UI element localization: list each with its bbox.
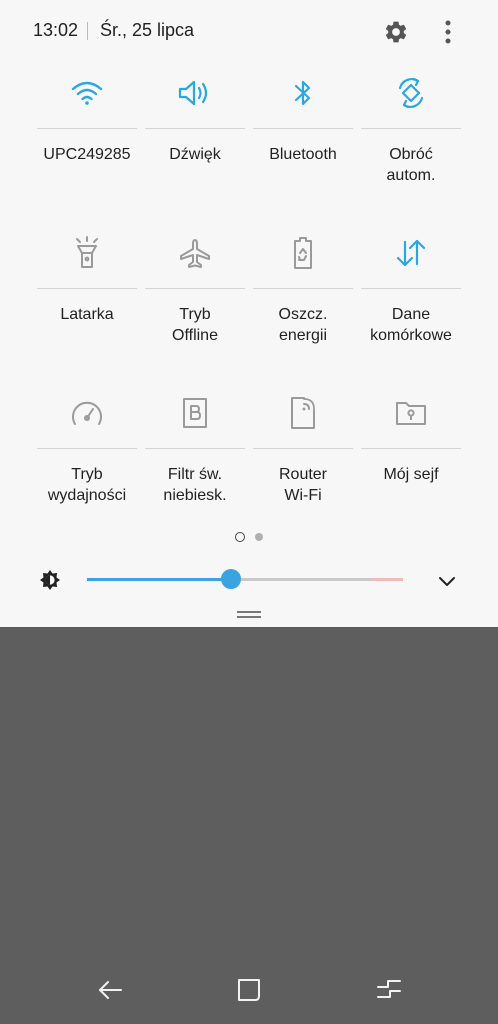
tile-sound[interactable]: Dźwięk [141, 62, 249, 222]
tile-divider [145, 128, 245, 129]
more-options-button[interactable] [434, 16, 462, 48]
tile-flashlight[interactable]: Latarka [33, 222, 141, 382]
wifi-icon[interactable] [33, 73, 141, 113]
tile-divider [253, 128, 353, 129]
quick-tiles-grid: UPC249285 Dźwięk Bluetooth Obróć autom. … [33, 62, 465, 542]
mobile-data-icon[interactable] [357, 233, 465, 273]
status-row: 13:02 Śr., 25 lipca [0, 0, 498, 62]
page-dot[interactable] [255, 533, 263, 541]
page-indicator [0, 531, 498, 543]
brightness-row [0, 560, 498, 600]
tile-power-saving[interactable]: Oszcz. energii [249, 222, 357, 382]
tile-divider [145, 448, 245, 449]
tile-divider [361, 448, 461, 449]
tile-mobile-hotspot[interactable]: Router Wi-Fi [249, 382, 357, 542]
hotspot-icon[interactable] [249, 393, 357, 433]
clock: 13:02 [33, 20, 79, 40]
home-icon [238, 979, 260, 1001]
tile-divider [361, 288, 461, 289]
tile-label: Dane komórkowe [370, 306, 452, 344]
gear-icon [385, 21, 407, 43]
airplane-icon[interactable] [141, 233, 249, 273]
brightness-slider-high-zone [371, 578, 403, 581]
brightness-icon [40, 570, 60, 590]
date: Śr., 25 lipca [100, 20, 195, 40]
tile-divider [37, 448, 137, 449]
chevron-down-icon [439, 577, 455, 586]
flashlight-icon[interactable] [33, 233, 141, 273]
blue-light-filter-icon[interactable] [141, 393, 249, 433]
brightness-slider[interactable] [87, 578, 403, 581]
panel-drag-handle[interactable] [237, 611, 261, 619]
bluetooth-icon[interactable] [249, 73, 357, 113]
tile-label: Bluetooth [269, 146, 337, 163]
tile-label: Dźwięk [169, 146, 221, 163]
navigation-bar [0, 960, 498, 1024]
recents-icon [377, 980, 401, 998]
recents-button[interactable] [373, 974, 405, 1006]
sound-icon[interactable] [141, 73, 249, 113]
more-vert-icon [445, 20, 451, 44]
tile-secure-folder[interactable]: Mój sejf [357, 382, 465, 542]
secure-folder-icon[interactable] [357, 393, 465, 433]
brightness-slider-thumb[interactable] [220, 569, 241, 589]
tile-label: Router Wi-Fi [278, 466, 328, 504]
auto-rotate-icon[interactable] [357, 73, 465, 113]
back-icon [99, 981, 122, 999]
power-saving-icon[interactable] [249, 233, 357, 273]
settings-button[interactable] [380, 16, 412, 48]
brightness-slider-fill [87, 578, 231, 581]
back-button[interactable] [94, 974, 126, 1006]
tile-auto-rotate[interactable]: Obróć autom. [357, 62, 465, 222]
tile-label: Tryb wydajności [47, 466, 127, 504]
tile-blue-light-filter[interactable]: Filtr św. niebiesk. [141, 382, 249, 542]
home-button[interactable] [233, 974, 265, 1006]
quick-settings-panel: 13:02 Śr., 25 lipca UPC249285 Dźwięk Blu… [0, 0, 498, 627]
tile-divider [145, 288, 245, 289]
tile-wifi[interactable]: UPC249285 [33, 62, 141, 222]
tile-label: Latarka [60, 306, 114, 323]
tile-label: UPC249285 [43, 146, 131, 163]
page-dot-current[interactable] [235, 532, 245, 542]
divider [87, 22, 88, 40]
tile-divider [253, 448, 353, 449]
tile-divider [253, 288, 353, 289]
tile-divider [361, 128, 461, 129]
tile-divider [37, 128, 137, 129]
tile-label: Oszcz. energii [278, 306, 328, 344]
tile-label: Obróć autom. [386, 146, 436, 184]
performance-icon[interactable] [33, 393, 141, 433]
tile-divider [37, 288, 137, 289]
tile-label: Filtr św. niebiesk. [163, 466, 227, 504]
tile-label: Mój sejf [383, 466, 439, 483]
tile-label: Tryb Offline [172, 306, 218, 344]
tile-performance-mode[interactable]: Tryb wydajności [33, 382, 141, 542]
tile-airplane-mode[interactable]: Tryb Offline [141, 222, 249, 382]
expand-brightness-button[interactable] [434, 568, 460, 594]
tile-bluetooth[interactable]: Bluetooth [249, 62, 357, 222]
tile-mobile-data[interactable]: Dane komórkowe [357, 222, 465, 382]
